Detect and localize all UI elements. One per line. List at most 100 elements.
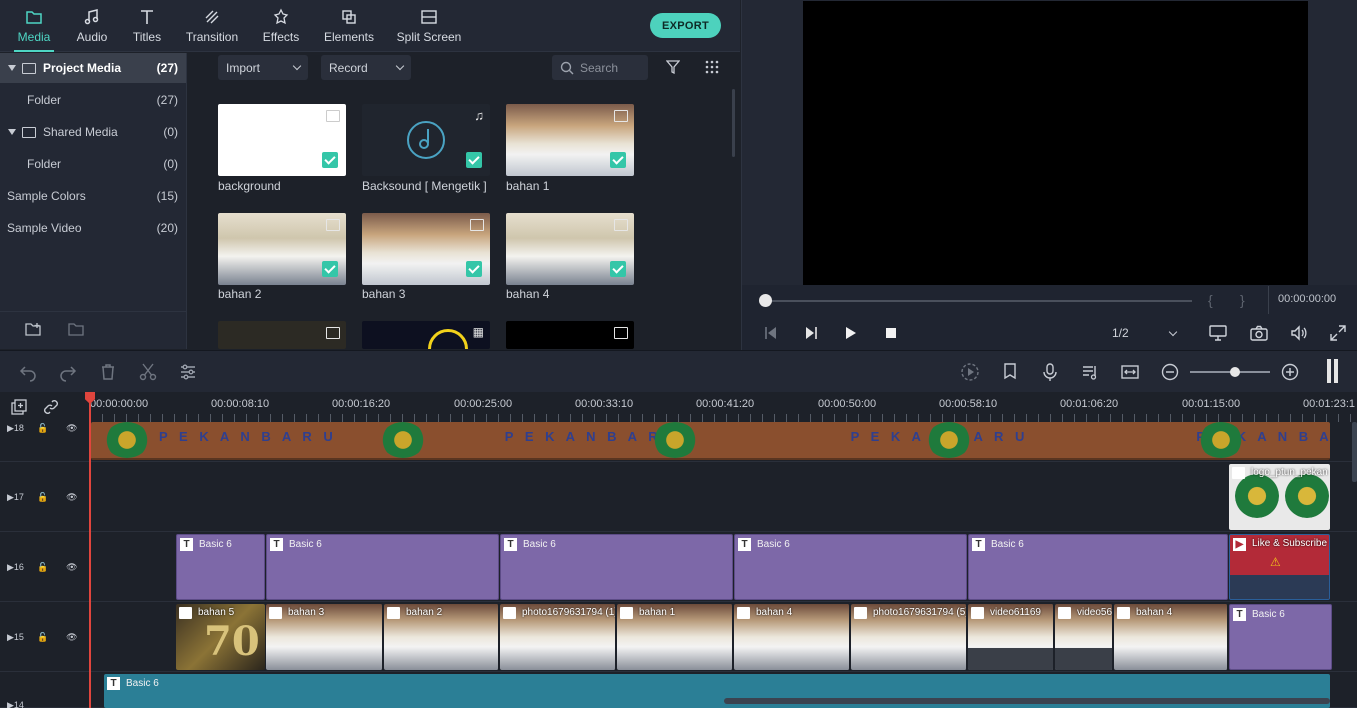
sidebar-item-project-media[interactable]: Project Media (27): [0, 53, 186, 83]
title-clip[interactable]: T Basic 6: [176, 534, 265, 600]
title-clip[interactable]: T Basic 6: [968, 534, 1228, 600]
video-clip[interactable]: video56: [1055, 604, 1113, 670]
timeline-ruler[interactable]: 00:00:00:00 00:00:08:10 00:00:16:20 00:0…: [0, 392, 1357, 422]
step-back-icon[interactable]: [764, 326, 778, 340]
preview-scrubber-knob[interactable]: [759, 294, 772, 307]
tab-titles[interactable]: Titles: [127, 0, 167, 52]
search-input[interactable]: Search: [552, 55, 648, 80]
tab-media[interactable]: Media: [14, 0, 54, 52]
folder-outline-icon[interactable]: [68, 322, 84, 336]
media-thumb-bahan-4[interactable]: [506, 213, 634, 285]
zoom-in-icon[interactable]: [1280, 362, 1300, 382]
export-button[interactable]: EXPORT: [650, 13, 721, 38]
expand-caret-icon[interactable]: [8, 129, 16, 135]
play-icon[interactable]: [844, 326, 858, 340]
record-dropdown[interactable]: Record: [321, 55, 411, 80]
scissors-icon[interactable]: [138, 362, 158, 382]
title-clip[interactable]: T Basic 6: [1229, 604, 1332, 670]
mark-in-bracket[interactable]: {: [1208, 292, 1213, 308]
delete-icon[interactable]: [98, 362, 118, 382]
sidebar-item-shared-folder[interactable]: Folder (0): [0, 149, 186, 179]
preview-scrubber-track[interactable]: [764, 300, 1192, 302]
media-scrollbar[interactable]: [732, 89, 735, 157]
link-icon[interactable]: [43, 399, 59, 415]
media-thumb[interactable]: [218, 321, 346, 349]
snapshot-camera-icon[interactable]: [1250, 325, 1268, 341]
tab-audio[interactable]: Audio: [72, 0, 112, 52]
media-thumb-bahan-1[interactable]: [506, 104, 634, 176]
video-clip[interactable]: photo1679631794 (5): [851, 604, 967, 670]
logo-clip[interactable]: logo_ptun_pekan: [1229, 464, 1330, 530]
subscribe-clip[interactable]: ▶ Like & Subscribe ⚠: [1229, 534, 1330, 600]
pause-bar-icon[interactable]: [1327, 359, 1331, 383]
media-thumb[interactable]: [506, 321, 634, 349]
sidebar-item-sample-video[interactable]: Sample Video (20): [0, 213, 186, 243]
marker-icon[interactable]: [1000, 362, 1020, 382]
volume-icon[interactable]: [1290, 325, 1308, 341]
title-clip[interactable]: T Basic 6: [500, 534, 733, 600]
eye-icon[interactable]: 👁: [66, 423, 77, 434]
step-forward-icon[interactable]: [804, 326, 818, 340]
video-clip[interactable]: bahan 2: [384, 604, 499, 670]
pause-bar-icon[interactable]: [1334, 359, 1338, 383]
sidebar-item-shared-media[interactable]: Shared Media (0): [0, 117, 186, 147]
banner-clip[interactable]: P E K A N B A R UP E K A N B A R UP E K …: [91, 422, 1330, 460]
timeline-scrollbar[interactable]: [724, 698, 1330, 704]
video-clip[interactable]: bahan 1: [617, 604, 733, 670]
import-dropdown[interactable]: Import: [218, 55, 308, 80]
zoom-out-icon[interactable]: [1160, 362, 1180, 382]
timeline-vscrollbar[interactable]: [1352, 422, 1357, 482]
lock-icon[interactable]: 🔓: [37, 632, 48, 643]
sidebar-item-sample-colors[interactable]: Sample Colors (15): [0, 181, 186, 211]
tab-transition[interactable]: Transition: [184, 0, 240, 52]
eye-icon[interactable]: 👁: [66, 562, 77, 573]
expand-caret-icon[interactable]: [8, 65, 16, 71]
media-thumb-backsound[interactable]: ♫: [362, 104, 490, 176]
sidebar-item-folder[interactable]: Folder (27): [0, 85, 186, 115]
track-video-icon: ▶: [7, 491, 14, 502]
used-check-icon: [610, 152, 626, 168]
image-clip-icon: [387, 607, 400, 619]
title-clip[interactable]: T Basic 6: [266, 534, 499, 600]
display-settings-icon[interactable]: [1209, 325, 1227, 341]
zoom-slider-knob[interactable]: [1230, 367, 1240, 377]
tab-effects[interactable]: Effects: [260, 0, 302, 52]
redo-icon[interactable]: [58, 362, 78, 382]
lock-icon[interactable]: 🔓: [37, 492, 48, 503]
zoom-select[interactable]: 1/2: [1100, 320, 1188, 346]
stop-icon[interactable]: [885, 327, 897, 339]
media-thumb-background[interactable]: [218, 104, 346, 176]
lock-icon[interactable]: 🔓: [37, 562, 48, 573]
video-clip[interactable]: 70 bahan 5: [176, 604, 265, 670]
fullscreen-icon[interactable]: [1330, 325, 1346, 341]
video-clip[interactable]: bahan 4: [734, 604, 850, 670]
media-thumb[interactable]: ▦: [362, 321, 490, 349]
microphone-icon[interactable]: [1040, 362, 1060, 382]
eye-icon[interactable]: 👁: [66, 632, 77, 643]
audio-mixer-icon[interactable]: [1080, 362, 1100, 382]
title-clip[interactable]: T Basic 6: [734, 534, 967, 600]
playhead-line[interactable]: [89, 392, 91, 708]
tab-elements[interactable]: Elements: [322, 0, 376, 52]
text-t-icon: T: [1233, 608, 1246, 621]
media-thumb-bahan-3[interactable]: [362, 213, 490, 285]
ruler-tick: 00:00:00:00: [90, 398, 149, 410]
video-clip[interactable]: video61169: [968, 604, 1054, 670]
video-clip[interactable]: bahan 4: [1114, 604, 1228, 670]
add-track-icon[interactable]: [11, 399, 27, 415]
import-label: Import: [226, 60, 261, 75]
grid-view-icon[interactable]: [705, 60, 719, 74]
mark-out-bracket[interactable]: }: [1240, 292, 1245, 308]
filter-icon[interactable]: [666, 60, 680, 74]
eye-icon[interactable]: 👁: [66, 492, 77, 503]
media-thumb-bahan-2[interactable]: [218, 213, 346, 285]
lock-icon[interactable]: 🔓: [37, 423, 48, 434]
adjust-icon[interactable]: [178, 362, 198, 382]
tab-split-screen[interactable]: Split Screen: [396, 0, 462, 52]
fit-timeline-icon[interactable]: [1120, 362, 1140, 382]
video-clip[interactable]: bahan 3: [266, 604, 383, 670]
video-clip[interactable]: photo1679631794 (1): [500, 604, 616, 670]
undo-icon[interactable]: [18, 362, 38, 382]
render-preview-icon[interactable]: [960, 362, 980, 382]
new-folder-icon[interactable]: [25, 322, 41, 336]
